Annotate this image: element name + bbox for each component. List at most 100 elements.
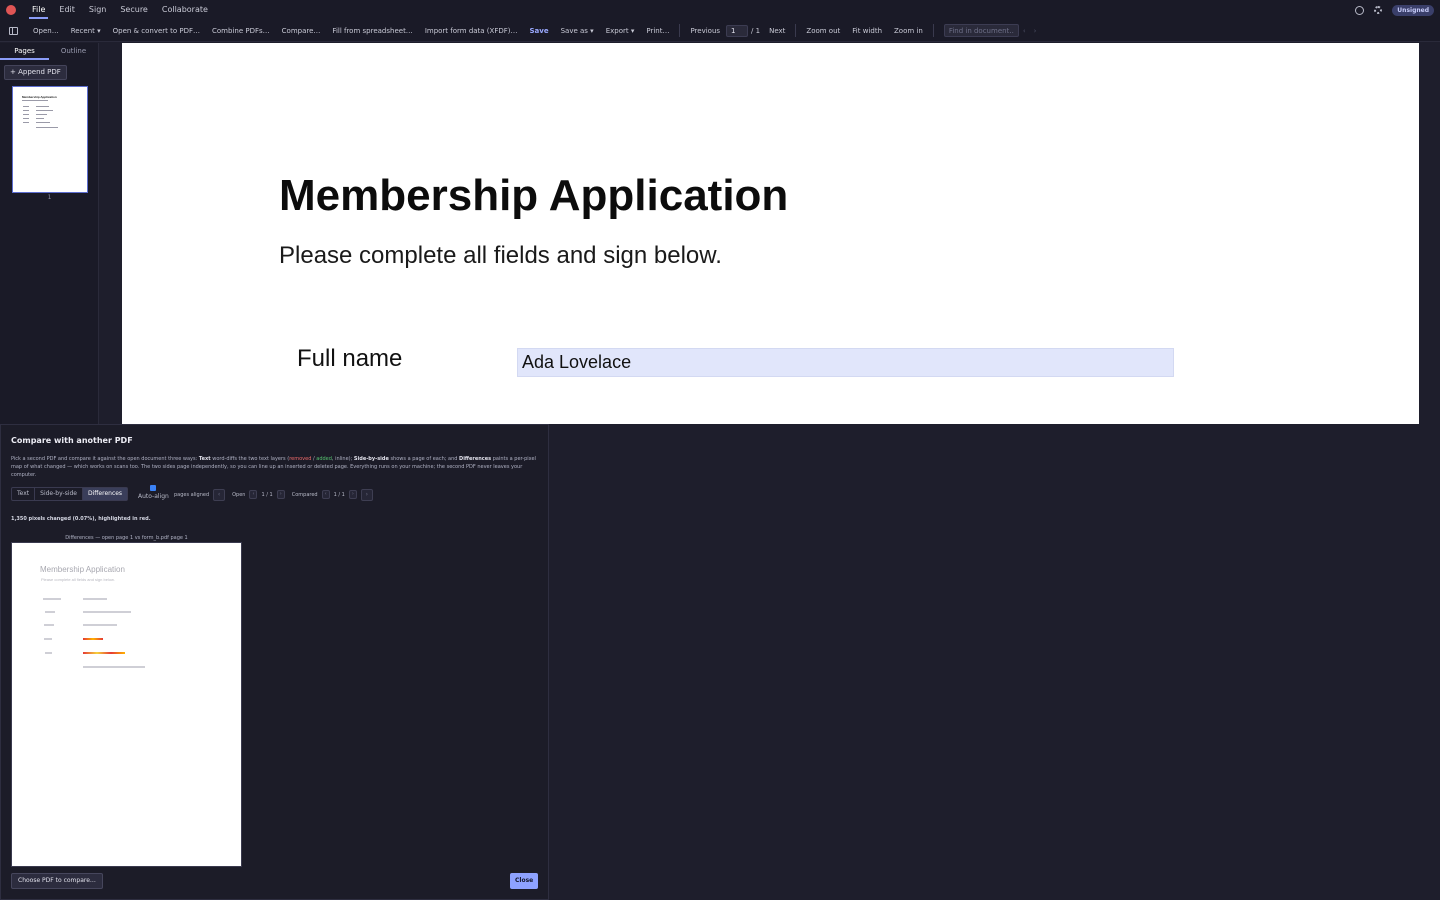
open-prev-button[interactable]: ‹ (249, 490, 258, 499)
thumbnail-line (36, 106, 49, 107)
signature-status-badge[interactable]: Unsigned (1392, 4, 1434, 16)
menu-sign[interactable]: Sign (82, 0, 113, 20)
pdf-page: Membership Application Please complete a… (122, 43, 1419, 424)
diff-line (45, 652, 52, 654)
open-page-counter: 1 / 1 (261, 491, 273, 498)
page-total: / 1 (751, 26, 761, 35)
compared-prev-button[interactable]: ‹ (321, 490, 330, 499)
toolbar-divider (679, 24, 681, 37)
menu-bar: File Edit Sign Secure Collaborate Unsign… (0, 0, 1440, 20)
thumbnail-line (36, 110, 53, 111)
diff-line (44, 624, 54, 626)
menu-secure[interactable]: Secure (113, 0, 155, 20)
tab-side-by-side[interactable]: Side-by-side (35, 488, 83, 500)
thumbnail-line (22, 100, 48, 101)
page-controls: pages aligned ‹ Open ‹ 1 / 1 › Compared … (172, 488, 375, 501)
aligned-prev-button[interactable]: ‹ (213, 488, 226, 501)
thumbnail-line (36, 118, 44, 119)
find-previous-button[interactable]: ‹ (1019, 27, 1030, 35)
pixel-diff-summary: 1,350 pixels changed (0.07%), highlighte… (11, 516, 151, 522)
thumbnail-line (36, 114, 47, 115)
app-logo-icon (6, 5, 16, 15)
thumbnail-line (23, 118, 29, 119)
compared-next-button[interactable]: › (348, 490, 357, 499)
diff-highlight (83, 638, 103, 640)
diff-page-subtitle: Please complete all fields and sign belo… (41, 577, 115, 582)
export-button[interactable]: Export ▾ (600, 20, 641, 42)
fill-from-spreadsheet-button[interactable]: Fill from spreadsheet… (326, 20, 418, 42)
find-input[interactable] (943, 24, 1019, 37)
theme-toggle-sun-icon[interactable] (1355, 5, 1365, 15)
compare-mode-tabs: Text Side-by-side Differences (11, 487, 129, 501)
diff-line (43, 598, 61, 600)
open-convert-button[interactable]: Open & convert to PDF… (107, 20, 206, 42)
diff-line (83, 624, 117, 626)
thumbnail-line (23, 114, 29, 115)
compare-description: Pick a second PDF and compare it against… (11, 456, 536, 478)
import-form-data-button[interactable]: Import form data (XFDF)… (419, 20, 524, 42)
menubar-right: Unsigned (1355, 0, 1434, 20)
sidebar-tabs: Pages Outline (0, 43, 98, 60)
tab-pages[interactable]: Pages (0, 43, 49, 60)
compare-panel-title: Compare with another PDF (11, 436, 133, 445)
menu-collaborate[interactable]: Collaborate (155, 0, 215, 20)
tab-outline[interactable]: Outline (49, 43, 98, 60)
save-as-button[interactable]: Save as ▾ (555, 20, 600, 42)
compare-panel: Compare with another PDF Pick a second P… (0, 424, 549, 900)
auto-align-checkbox[interactable] (150, 485, 157, 491)
thumbnail-line (36, 127, 58, 128)
menu-edit[interactable]: Edit (52, 0, 82, 20)
zoom-out-button[interactable]: Zoom out (800, 20, 846, 42)
page-thumbnail[interactable]: Membership Application (12, 86, 88, 193)
compared-label: Compared (291, 491, 318, 498)
document-title: Membership Application (279, 171, 789, 220)
previous-page-button[interactable]: Previous (684, 20, 726, 42)
zoom-in-button[interactable]: Zoom in (888, 20, 929, 42)
full-name-field[interactable]: Ada Lovelace (517, 348, 1174, 377)
aligned-next-button[interactable]: › (360, 488, 373, 501)
document-viewport[interactable]: Membership Application Please complete a… (100, 43, 1440, 424)
tab-differences[interactable]: Differences (83, 488, 128, 500)
combine-pdfs-button[interactable]: Combine PDFs… (206, 20, 276, 42)
page-number-input[interactable] (726, 24, 749, 37)
close-button[interactable]: Close (510, 873, 539, 889)
toolbar-divider (932, 24, 934, 37)
toolbar-divider (795, 24, 797, 37)
diff-line (83, 598, 107, 600)
diff-line (83, 666, 145, 668)
thumbnail-page-number: 1 (47, 194, 52, 201)
open-label: Open (232, 491, 246, 498)
document-subtitle: Please complete all fields and sign belo… (279, 242, 722, 269)
choose-pdf-button[interactable]: Choose PDF to compare… (11, 873, 103, 889)
toolbar: Open… Recent ▾ Open & convert to PDF… Co… (0, 20, 1440, 42)
fit-width-button[interactable]: Fit width (846, 20, 888, 42)
next-page-button[interactable]: Next (763, 20, 791, 42)
diff-line (44, 638, 52, 640)
pages-aligned-label: pages aligned (174, 491, 210, 498)
compared-page-counter: 1 / 1 (333, 491, 345, 498)
thumbnail-line (23, 122, 29, 123)
open-next-button[interactable]: › (276, 490, 285, 499)
menu-file[interactable]: File (25, 0, 52, 20)
diff-caption: Differences — open page 1 vs form_b.pdf … (65, 535, 188, 541)
tab-text[interactable]: Text (12, 488, 36, 500)
thumbnail-title: Membership Application (22, 95, 57, 99)
thumbnail-line (23, 110, 29, 111)
difference-map: Membership Application Please complete a… (11, 542, 242, 867)
print-button[interactable]: Print… (640, 20, 675, 42)
find-next-button[interactable]: › (1030, 27, 1041, 35)
thumbnail-line (23, 106, 29, 107)
append-pdf-button[interactable]: + Append PDF (4, 65, 67, 80)
sidebar-toggle-icon[interactable] (9, 26, 18, 35)
diff-page-title: Membership Application (40, 565, 125, 574)
save-button[interactable]: Save (524, 20, 555, 42)
open-button[interactable]: Open… (27, 20, 65, 42)
diff-line (45, 611, 55, 613)
sidebar: Pages Outline + Append PDF Membership Ap… (0, 43, 99, 424)
compare-button[interactable]: Compare… (276, 20, 327, 42)
full-name-label: Full name (297, 345, 403, 372)
diff-line (83, 611, 131, 613)
recent-button[interactable]: Recent ▾ (65, 20, 107, 42)
auto-align-toggle[interactable]: Auto-align (138, 485, 169, 500)
settings-gear-icon[interactable] (1374, 6, 1383, 14)
